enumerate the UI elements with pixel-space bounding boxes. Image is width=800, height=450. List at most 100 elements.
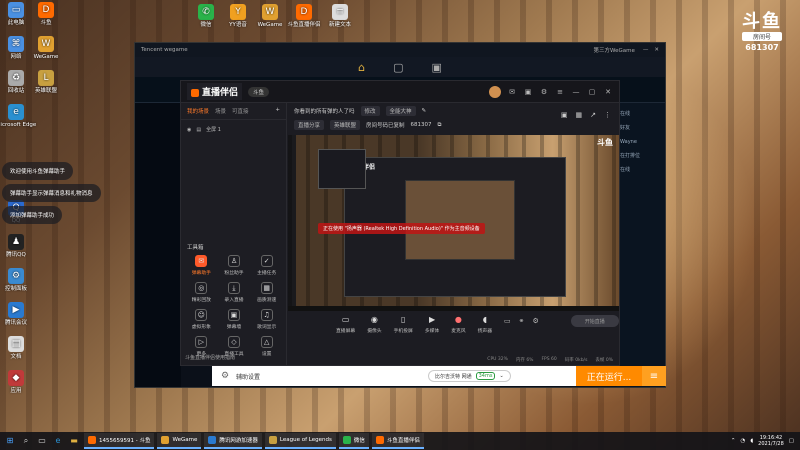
maximize-icon[interactable]: ▢ [587, 87, 597, 97]
desktop-icon[interactable]: ▤ 文档 [0, 336, 38, 361]
source-camera[interactable]: ◉ 摄像头 [367, 313, 381, 335]
desktop-icon-label: WeGame [33, 54, 59, 60]
lock-icon[interactable]: ▤ [196, 127, 201, 133]
minimize-icon[interactable]: — [643, 47, 649, 53]
source-media[interactable]: ▶ 多媒体 [425, 313, 439, 335]
desktop-icon[interactable]: ◆ 应用 [0, 370, 38, 395]
tool-replay[interactable]: ◎ 精彩回放 [185, 282, 218, 303]
eye-icon[interactable]: ◉ [187, 127, 191, 133]
fans-icon: ♙ [227, 255, 240, 267]
desktop-icon[interactable]: L 英雄联盟 [24, 70, 68, 95]
guide-link[interactable]: 斗鱼直播伴侣使用指南 [185, 354, 235, 361]
taskbar-app[interactable]: 1455659591 - 斗鱼 [84, 433, 155, 449]
close-icon[interactable]: ✕ [603, 87, 613, 97]
source-mic[interactable]: ● 麦克风 [451, 313, 465, 335]
chevron-up-icon[interactable]: ⌃ [731, 438, 736, 444]
running-button[interactable]: 正在运行... [576, 366, 642, 386]
lol-icon: L [38, 70, 54, 86]
minimize-icon[interactable]: — [571, 87, 581, 97]
search-icon[interactable]: ⌕ [20, 435, 32, 447]
controller-icon[interactable]: ▣ [431, 61, 441, 74]
more-icon[interactable]: ⋮ [604, 111, 611, 119]
desktop-icon[interactable]: D 斗鱼 [24, 2, 68, 27]
stream-preview[interactable]: 直播伴侣 斗鱼 正在使用 "扬声器 (Realtek High Definiti… [288, 135, 619, 311]
tool-label: 录入直播 [224, 298, 244, 303]
room-copy-label: 房间号码已复制 [366, 123, 405, 129]
user-avatar[interactable] [489, 85, 501, 98]
taskbar-app[interactable]: League of Legends [264, 433, 336, 449]
copy-icon[interactable]: ⧉ [438, 122, 442, 129]
server-chip[interactable]: 比尔吉沃特 网通 34ms ⌄ [428, 370, 511, 382]
tool-fans[interactable]: ♙ 粉丝助手 [218, 255, 251, 276]
friend-item[interactable]: 在打排位 [620, 149, 662, 163]
source-speaker[interactable]: ◖ 扬声器 [477, 313, 493, 335]
tool-avatar[interactable]: ☺ 虚拟形象 [185, 309, 218, 330]
tab-scenes[interactable]: 场景 [215, 107, 226, 115]
windows-start-icon[interactable]: ⊞ [4, 435, 16, 447]
gear-icon[interactable]: ⚙ [218, 369, 232, 383]
home-icon[interactable]: ⌂ [358, 61, 365, 74]
network-icon[interactable]: ◔ [740, 438, 745, 444]
game-tag[interactable]: 英雄联盟 [330, 120, 361, 130]
category-tag[interactable]: 直播分享 [294, 120, 325, 130]
add-scene-icon[interactable]: + [275, 107, 280, 115]
task-view-icon[interactable]: ▭ [36, 435, 48, 447]
tool-speed[interactable]: ▦ 画质测速 [250, 282, 283, 303]
chat-icon[interactable]: ▢ [393, 61, 403, 74]
friend-item[interactable]: Wayne [620, 135, 662, 149]
tool-record[interactable]: ⤓ 录入直播 [218, 282, 251, 303]
tab-direct[interactable]: 可直接 [232, 107, 249, 115]
clock[interactable]: 19:16:42 2021/7/28 [758, 435, 784, 447]
gear-icon[interactable]: ⚙ [533, 317, 539, 325]
edit-title-button[interactable]: 修改 [360, 106, 380, 116]
taskbar: ⊞ ⌕ ▭ e ▬ 1455659591 - 斗鱼 WeGame 腾讯网游加速器 Le… [0, 432, 800, 450]
scene-item[interactable]: ◉ ▤ 全屏 1 [181, 120, 286, 139]
status-item: CPU 32% [487, 357, 508, 362]
tab-my-scenes[interactable]: 我的场景 [187, 107, 209, 115]
desktop-icon[interactable]: W WeGame [24, 36, 68, 61]
text-file-icon: ≡ [332, 4, 348, 20]
menu-icon[interactable]: ≡ [642, 366, 666, 386]
edge-icon[interactable]: e [52, 435, 64, 447]
mail-icon[interactable]: ✉ [507, 87, 517, 97]
tool-task[interactable]: ✓ 主播任务 [250, 255, 283, 276]
tool-lyrics[interactable]: ♫ 歌词显示 [250, 309, 283, 330]
record-icon[interactable]: ▭ [504, 317, 511, 325]
taskbar-app[interactable]: 腾讯网游加速器 [204, 433, 262, 449]
taskbar-app[interactable]: 斗鱼直播伴侣 [371, 433, 424, 449]
desktop-icon[interactable]: ▶ 腾讯会议 [0, 302, 38, 327]
grid-icon[interactable]: ▦ [576, 111, 583, 119]
start-live-button[interactable]: 开始直播 [570, 315, 619, 327]
assist-settings-label[interactable]: 辅助设置 [236, 372, 260, 381]
friend-item[interactable]: 在线 [620, 107, 662, 121]
desktop-icon[interactable]: e Microsoft Edge [0, 104, 38, 129]
gift-icon[interactable]: ▣ [523, 87, 533, 97]
notification-icon[interactable]: ▢ [789, 438, 794, 444]
stream-title: 你看到的所有弹的人了吗 [294, 109, 355, 115]
tool-wall[interactable]: ▣ 弹幕墙 [218, 309, 251, 330]
menu-icon[interactable]: ≡ [555, 87, 565, 97]
share-icon[interactable]: ↗ [590, 111, 596, 119]
friend-item[interactable]: 在线 [620, 163, 662, 177]
gift-box-icon[interactable]: ▣ [561, 111, 568, 119]
camera-icon: ◉ [370, 314, 378, 324]
tool-danmaku[interactable]: ✉ 弹幕助手 [185, 255, 218, 276]
source-label: 扬声器 [477, 329, 493, 334]
volume-icon[interactable]: ◖ [750, 438, 753, 444]
source-screen[interactable]: ▭ 直播屏幕 [336, 313, 355, 335]
link-icon[interactable]: ⚭ [519, 317, 525, 325]
explorer-icon[interactable]: ▬ [68, 435, 80, 447]
source-phone[interactable]: ▯ 手机投屏 [394, 313, 413, 335]
desktop-icon[interactable]: ⚙ 控制面板 [0, 268, 38, 293]
settings-icon[interactable]: ⚙ [539, 87, 549, 97]
platform-badge[interactable]: 斗鱼 [248, 86, 270, 97]
edit-icon[interactable]: ✎ [422, 108, 427, 114]
taskbar-app[interactable]: 微信 [338, 433, 369, 449]
close-icon[interactable]: ✕ [654, 47, 659, 53]
friend-item[interactable]: 好友 [620, 121, 662, 135]
desktop-icon[interactable]: ♟ 腾讯QQ [0, 234, 38, 259]
tool-settings[interactable]: △ 设置 [250, 336, 283, 357]
taskbar-app[interactable]: WeGame [157, 433, 202, 449]
desktop-icon[interactable]: ≡ 新建文本 [318, 4, 362, 29]
category-select[interactable]: 全能大神 [385, 106, 416, 116]
